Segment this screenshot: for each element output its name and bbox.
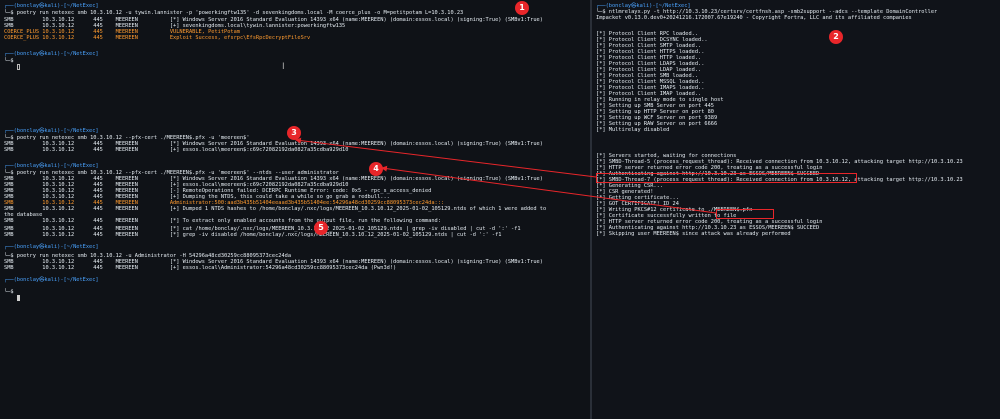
annotation-badge-2: 2 — [829, 30, 843, 44]
screen: ┌──(bonclay㉿kali)-[~/NetExec] └─$ poetry … — [0, 0, 1000, 419]
arrow-3-to-authenticating — [295, 137, 597, 178]
annotation-badge-4: 4 — [369, 162, 383, 176]
arrow-4-to-pfx-path — [381, 165, 717, 214]
annotation-badge-1: 1 — [515, 1, 529, 15]
annotation-badge-3: 3 — [287, 126, 301, 140]
annotation-badge-5: 5 — [314, 221, 328, 235]
annotation-arrows — [295, 137, 717, 214]
